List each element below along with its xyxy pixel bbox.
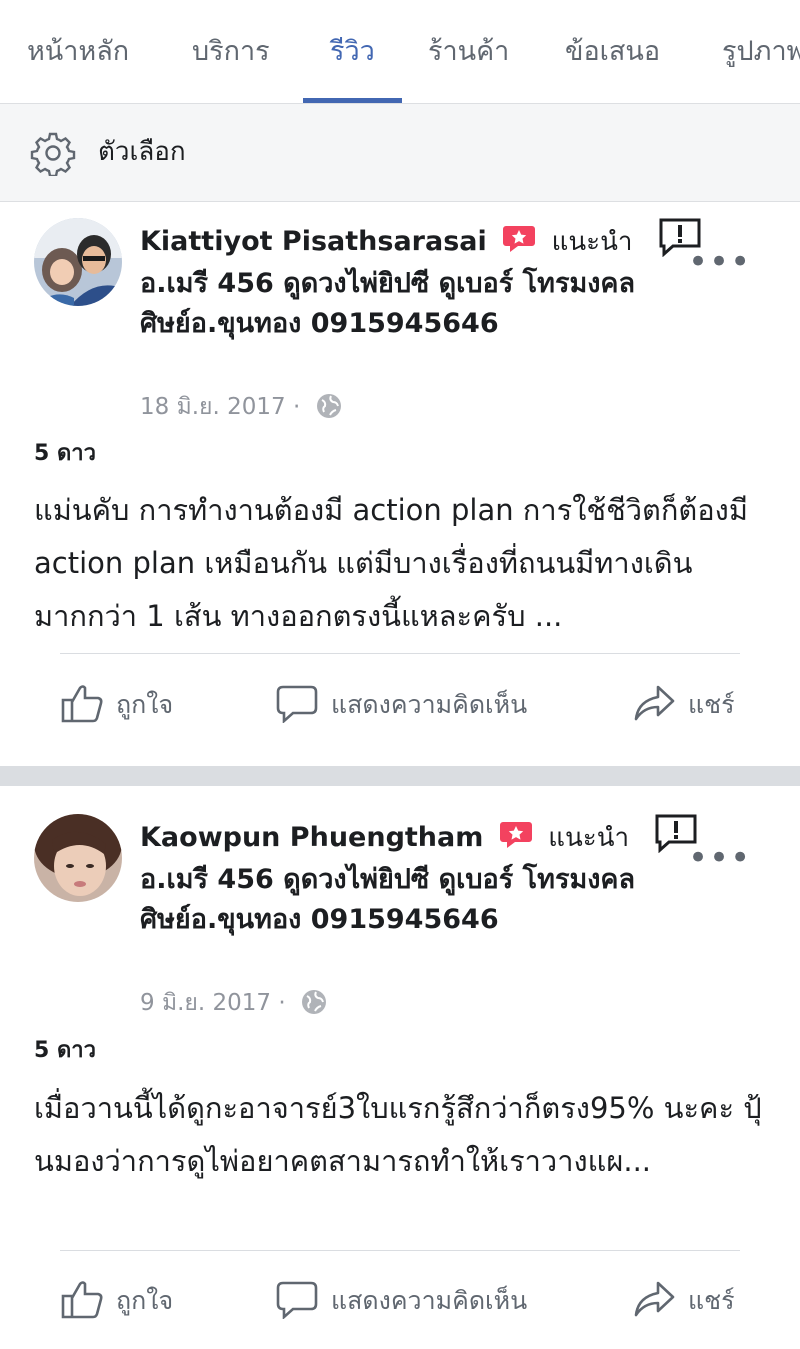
recommend-badge-icon (503, 225, 536, 252)
tab-home[interactable]: หน้าหลัก (27, 32, 129, 72)
review-text[interactable]: แม่นคับ การทำงานต้องมี action plan การใช… (34, 484, 774, 643)
review-date[interactable]: 18 มิ.ย. 2017 · (140, 394, 300, 420)
divider (60, 653, 740, 654)
like-label: ถูกใจ (116, 690, 174, 719)
share-label: แชร์ (688, 1286, 735, 1315)
share-button[interactable]: แชร์ (632, 1281, 735, 1322)
review-meta: 18 มิ.ย. 2017 · (140, 390, 342, 424)
like-button[interactable]: ถูกใจ (60, 1281, 174, 1322)
author-name[interactable]: Kiattiyot Pisathsarasai (140, 226, 487, 257)
like-label: ถูกใจ (116, 1286, 174, 1315)
like-button[interactable]: ถูกใจ (60, 685, 174, 726)
share-button[interactable]: แชร์ (632, 685, 735, 726)
recommends-label: แนะนำ (551, 227, 633, 257)
more-options-icon[interactable]: ••• (688, 841, 751, 875)
avatar[interactable] (34, 814, 122, 902)
globe-icon (301, 989, 326, 1014)
comment-icon (276, 1281, 318, 1320)
tab-services[interactable]: บริการ (192, 32, 270, 72)
tab-reviews[interactable]: รีวิว (330, 32, 375, 72)
globe-icon (316, 393, 341, 418)
review-text[interactable]: เมื่อวานนี้ได้ดูกะอาจารย์3ใบแรกรู้สึกว่า… (34, 1082, 774, 1241)
comment-label: แสดงความคิดเห็น (331, 690, 528, 719)
avatar[interactable] (34, 218, 122, 306)
active-tab-indicator (303, 98, 402, 103)
comment-label: แสดงความคิดเห็น (331, 1286, 528, 1315)
review-date[interactable]: 9 มิ.ย. 2017 · (140, 990, 286, 1016)
page-tabs: หน้าหลัก บริการ รีวิว ร้านค้า ข้อเสนอ รู… (0, 0, 800, 104)
share-label: แชร์ (688, 690, 735, 719)
review-rating: 5 ดาว (34, 1038, 96, 1063)
comment-button[interactable]: แสดงความคิดเห็น (275, 1281, 528, 1322)
comment-icon (276, 685, 318, 724)
tab-offers[interactable]: ข้อเสนอ (565, 32, 660, 72)
share-icon (634, 1281, 675, 1317)
review-author-line: Kiattiyot Pisathsarasai แนะนำ (140, 218, 702, 263)
comment-button[interactable]: แสดงความคิดเห็น (275, 685, 528, 726)
review-author-line: Kaowpun Phuengtham แนะนำ (140, 814, 698, 859)
card-separator (0, 766, 800, 786)
share-icon (634, 685, 675, 721)
review-rating: 5 ดาว (34, 441, 96, 466)
recommend-badge-icon (499, 821, 532, 848)
options-label[interactable]: ตัวเลือก (98, 134, 186, 170)
like-icon (61, 1281, 103, 1319)
gear-icon[interactable] (30, 130, 76, 176)
reviewed-page-name[interactable]: อ.เมรี 456 ดูดวงไพ่ยิปซี ดูเบอร์ โทรมงคล… (140, 860, 660, 940)
divider (60, 1250, 740, 1251)
author-name[interactable]: Kaowpun Phuengtham (140, 822, 483, 853)
recommends-label: แนะนำ (548, 823, 630, 853)
more-options-icon[interactable]: ••• (688, 245, 751, 279)
reviewed-page-name[interactable]: อ.เมรี 456 ดูดวงไพ่ยิปซี ดูเบอร์ โทรมงคล… (140, 264, 660, 344)
tab-shop[interactable]: ร้านค้า (428, 32, 509, 72)
tab-photos[interactable]: รูปภาพ (722, 32, 800, 72)
like-icon (61, 685, 103, 723)
review-meta: 9 มิ.ย. 2017 · (140, 986, 327, 1020)
